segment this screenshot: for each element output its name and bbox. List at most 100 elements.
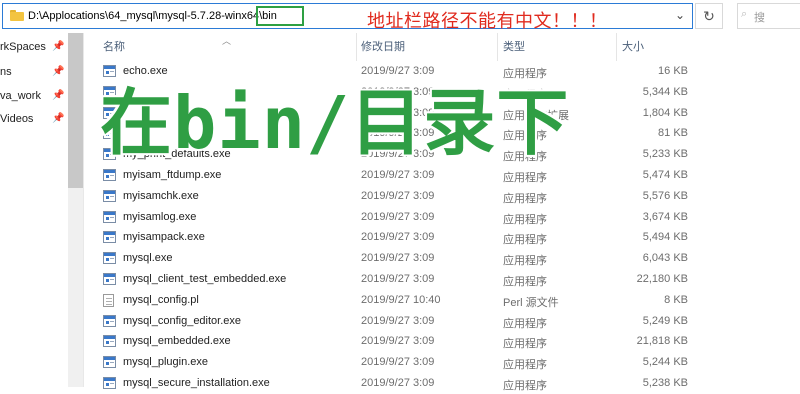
file-row[interactable]: mysql_plugin.exe 2019/9/27 3:09 应用程序 5,244 … xyxy=(84,352,800,373)
file-date: 2019/9/27 3:09 xyxy=(361,335,435,348)
file-type: 应用程序 xyxy=(503,255,547,268)
pin-icon: 📌 xyxy=(52,113,65,124)
application-icon xyxy=(103,356,116,369)
file-row[interactable]: mysql_config_editor.exe 2019/9/27 3:09 应用程… xyxy=(84,311,800,332)
column-separator[interactable] xyxy=(497,33,498,61)
file-type: Perl 源文件 xyxy=(503,296,559,309)
address-bar-row: D:\Applocations\64_mysql\mysql-5.7.28-wi… xyxy=(0,0,800,33)
application-icon xyxy=(103,65,116,77)
column-header-name[interactable]: 名称 xyxy=(103,33,353,61)
file-size: 3,674 KB xyxy=(642,210,688,223)
file-size: 8 KB xyxy=(664,293,688,306)
file-name: myisamlog.exe xyxy=(123,210,197,223)
file-date: 2019/9/27 3:09 xyxy=(361,231,435,244)
file-size: 6,043 KB xyxy=(642,252,688,265)
column-separator[interactable] xyxy=(616,33,617,61)
bin-highlight-box xyxy=(256,6,304,26)
application-icon xyxy=(103,231,116,244)
nav-item-label: va_work xyxy=(0,90,41,102)
chevron-down-icon[interactable]: ⌄ xyxy=(675,8,685,22)
file-name: myisam_ftdump.exe xyxy=(123,168,222,181)
nav-item-label: rkSpaces xyxy=(0,41,46,53)
application-icon xyxy=(103,210,116,223)
file-date: 2019/9/27 3:09 xyxy=(361,314,435,327)
file-date: 2019/9/27 10:40 xyxy=(361,293,441,306)
address-path[interactable]: D:\Applocations\64_mysql\mysql-5.7.28-wi… xyxy=(28,10,277,22)
file-size: 5,238 KB xyxy=(642,376,688,389)
file-row[interactable]: myisamchk.exe 2019/9/27 3:09 应用程序 5,576 KB xyxy=(84,186,800,207)
file-name: echo.exe xyxy=(123,65,168,77)
perl-file-icon xyxy=(103,293,114,307)
file-name: mysql_secure_installation.exe xyxy=(123,376,270,389)
file-name: mysql.exe xyxy=(123,252,173,265)
pin-icon: 📌 xyxy=(52,41,65,52)
nav-item[interactable]: ns 📌 xyxy=(0,61,70,83)
nav-item-label: Videos xyxy=(0,113,34,125)
search-icon: ⌕ xyxy=(741,8,748,20)
column-separator[interactable] xyxy=(356,33,357,61)
nav-item[interactable]: va_work 📌 xyxy=(0,85,70,107)
file-date: 2019/9/27 3:09 xyxy=(361,210,435,223)
nav-item[interactable]: rkSpaces 📌 xyxy=(0,36,70,58)
file-row[interactable]: mysql_config.pl 2019/9/27 10:40 Perl 源文件 8 … xyxy=(84,290,800,311)
file-type: 应用程序 xyxy=(503,234,547,247)
pin-icon: 📌 xyxy=(52,66,65,77)
refresh-icon[interactable]: ↻ xyxy=(695,3,723,29)
column-header-size[interactable]: 大小 xyxy=(622,33,692,61)
file-row[interactable]: mysql_client_test_embedded.exe 2019/9/27 … xyxy=(84,269,800,290)
file-type: 应用程序 xyxy=(503,192,547,205)
file-date: 2019/9/27 3:09 xyxy=(361,168,435,181)
file-size: 5,244 KB xyxy=(642,356,688,369)
application-icon xyxy=(103,335,116,348)
file-size: 16 KB xyxy=(658,65,688,77)
file-row[interactable]: myisam_ftdump.exe 2019/9/27 3:09 应用程序 5,474… xyxy=(84,165,800,186)
file-name: myisamchk.exe xyxy=(123,189,199,202)
file-row[interactable]: mysql_secure_installation.exe 2019/9/27 3… xyxy=(84,373,800,394)
nav-scrollbar-thumb[interactable] xyxy=(68,33,83,188)
file-row[interactable]: mysql.exe 2019/9/27 3:09 应用程序 6,043 KB xyxy=(84,248,800,269)
file-date: 2019/9/27 3:09 xyxy=(361,376,435,389)
file-row[interactable]: echo.exe 2019/9/27 3:09 应用程序 16 KB xyxy=(84,61,800,82)
file-name: mysql_embedded.exe xyxy=(123,335,231,348)
pin-icon: 📌 xyxy=(52,90,65,101)
file-name: mysql_client_test_embedded.exe xyxy=(123,272,287,285)
application-icon xyxy=(103,376,116,389)
application-icon xyxy=(103,252,116,265)
file-type: 应用程序 xyxy=(503,275,547,288)
file-size: 5,494 KB xyxy=(642,231,688,244)
column-header-type[interactable]: 类型 xyxy=(503,33,613,61)
application-icon xyxy=(103,272,116,285)
file-name: mysql_plugin.exe xyxy=(123,356,208,369)
file-date: 2019/9/27 3:09 xyxy=(361,252,435,265)
file-size: 1,804 KB xyxy=(642,106,688,119)
file-size: 81 KB xyxy=(658,127,688,140)
address-annotation: 地址栏路径不能有中文！！！ xyxy=(367,11,608,32)
file-date: 2019/9/27 3:09 xyxy=(361,65,435,77)
file-type: 应用程序 xyxy=(503,359,547,372)
file-row[interactable]: myisampack.exe 2019/9/27 3:09 应用程序 5,494 KB xyxy=(84,227,800,248)
nav-item-label: ns xyxy=(0,66,12,78)
file-size: 5,344 KB xyxy=(642,85,688,98)
file-size: 5,576 KB xyxy=(642,189,688,202)
navigation-pane: rkSpaces 📌 ns 📌 va_work 📌 Videos 📌 xyxy=(0,33,84,387)
file-row[interactable]: myisamlog.exe 2019/9/27 3:09 应用程序 3,674 KB xyxy=(84,207,800,228)
overlay-annotation: 在bin/目录下 xyxy=(100,81,570,165)
file-type: 应用程序 xyxy=(503,317,547,330)
file-size: 5,233 KB xyxy=(642,148,688,161)
search-input[interactable]: ⌕ 搜 xyxy=(737,3,800,29)
file-type: 应用程序 xyxy=(503,379,547,392)
nav-item[interactable]: Videos 📌 xyxy=(0,108,70,130)
application-icon xyxy=(103,314,116,327)
file-type: 应用程序 xyxy=(503,338,547,351)
file-date: 2019/9/27 3:09 xyxy=(361,356,435,369)
file-size: 22,180 KB xyxy=(636,272,688,285)
file-type: 应用程序 xyxy=(503,213,547,226)
folder-icon xyxy=(10,10,24,21)
address-bar[interactable]: D:\Applocations\64_mysql\mysql-5.7.28-wi… xyxy=(2,3,693,32)
file-row[interactable]: mysql_embedded.exe 2019/9/27 3:09 应用程序 21,8… xyxy=(84,331,800,352)
file-date: 2019/9/27 3:09 xyxy=(361,189,435,202)
file-name: mysql_config_editor.exe xyxy=(123,314,242,327)
file-size: 21,818 KB xyxy=(636,335,688,348)
column-header-date[interactable]: 修改日期 xyxy=(361,33,491,61)
file-size: 5,249 KB xyxy=(642,314,688,327)
